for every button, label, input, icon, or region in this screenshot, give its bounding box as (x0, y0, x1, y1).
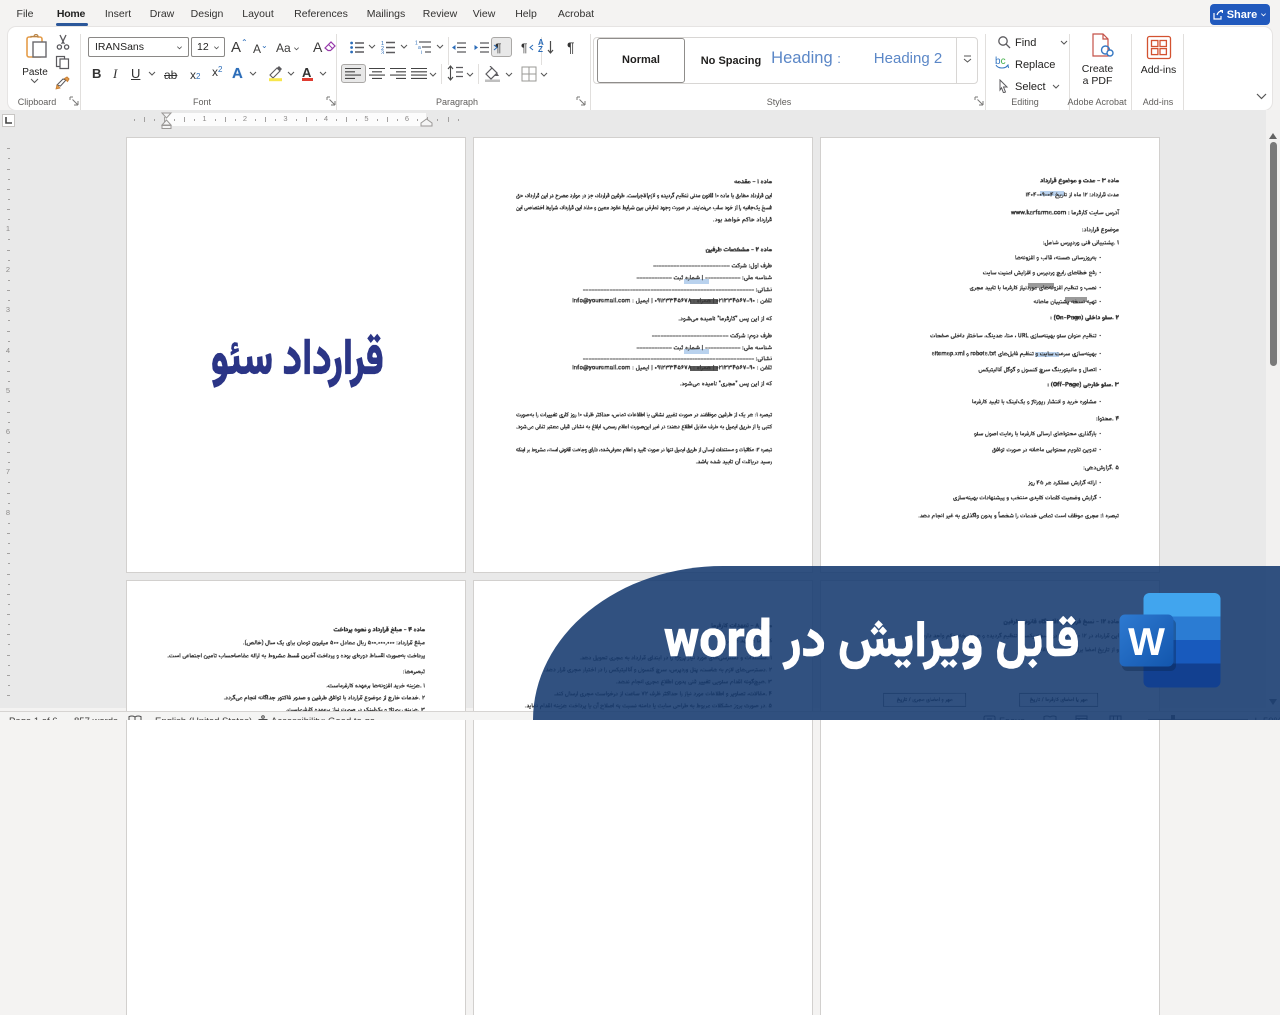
svg-text:3: 3 (381, 51, 384, 55)
svg-text:i: i (421, 50, 422, 54)
svg-text:W: W (1128, 621, 1165, 664)
